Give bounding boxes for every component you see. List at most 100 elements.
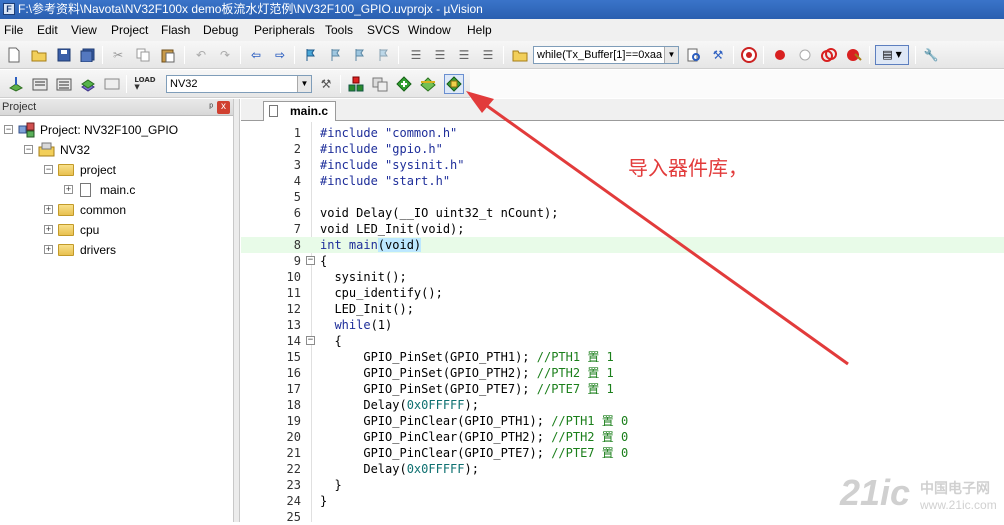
window-layout-button[interactable]: ▤ ▼: [875, 45, 909, 65]
download-load-icon[interactable]: LOAD ▼: [134, 76, 156, 92]
menu-svcs[interactable]: SVCS: [367, 23, 400, 37]
line-number: 18: [286, 398, 301, 412]
pack-installer-active-icon[interactable]: [444, 74, 464, 94]
disable-all-breakpoints-icon[interactable]: [821, 47, 837, 63]
code-comment: //PTH2 置 0: [551, 430, 629, 444]
close-panel-icon[interactable]: x: [217, 101, 230, 114]
redo-icon[interactable]: ↷: [217, 47, 233, 63]
find-in-files-icon[interactable]: [512, 47, 528, 63]
find-combo-dropdown-icon[interactable]: ▼: [664, 47, 678, 63]
main-toolbar: ✂ ↶ ↷ ⇦ ⇨ ☰ ☰ ☰ ☰ while(Tx_Buffer[1]==0x…: [0, 41, 1004, 69]
menu-window[interactable]: Window: [408, 23, 451, 37]
expand-icon[interactable]: +: [44, 245, 53, 254]
watermark-logo: 21ic: [840, 472, 911, 513]
menu-edit[interactable]: Edit: [37, 23, 58, 37]
copy-icon[interactable]: [135, 47, 151, 63]
line-number: 21: [286, 446, 301, 460]
folder-icon: [58, 244, 74, 256]
prev-bookmark-icon[interactable]: [326, 47, 342, 63]
expand-icon[interactable]: +: [44, 225, 53, 234]
unindent-icon[interactable]: ☰: [432, 47, 448, 63]
find-icon[interactable]: [686, 47, 702, 63]
translate-icon[interactable]: [8, 76, 24, 92]
bookmark-icon[interactable]: [302, 47, 318, 63]
kill-all-breakpoints-icon[interactable]: [846, 47, 862, 63]
menu-help[interactable]: Help: [467, 23, 492, 37]
debug-session-icon[interactable]: [741, 47, 757, 63]
target-combo-value: NV32: [170, 78, 198, 90]
menu-debug[interactable]: Debug: [203, 23, 238, 37]
next-bookmark-icon[interactable]: [350, 47, 366, 63]
collapse-icon[interactable]: −: [24, 145, 33, 154]
uncomment-icon[interactable]: ☰: [480, 47, 496, 63]
collapse-icon[interactable]: −: [44, 165, 53, 174]
line-number: 14: [286, 334, 301, 348]
code-comment: //PTE7 置 0: [551, 446, 629, 460]
target-combo[interactable]: NV32 ▼: [166, 75, 312, 93]
line-number: 13: [286, 318, 301, 332]
comment-icon[interactable]: ☰: [456, 47, 472, 63]
insert-breakpoint-icon[interactable]: [772, 47, 788, 63]
save-icon[interactable]: [56, 47, 72, 63]
build-icon[interactable]: [32, 76, 48, 92]
menu-peripherals[interactable]: Peripherals: [254, 23, 315, 37]
navigate-forward-icon[interactable]: ⇨: [272, 47, 288, 63]
paste-icon[interactable]: [160, 47, 176, 63]
target-options-icon[interactable]: ⚒: [318, 76, 334, 92]
code-line: 7 void LED_Init(void);: [241, 221, 1004, 237]
cut-icon[interactable]: ✂: [110, 47, 126, 63]
tree-item-label: main.c: [100, 183, 136, 197]
incremental-find-icon[interactable]: ⚒: [710, 47, 726, 63]
menu-tools[interactable]: Tools: [325, 23, 353, 37]
indent-icon[interactable]: ☰: [408, 47, 424, 63]
save-all-icon[interactable]: [80, 47, 96, 63]
open-folder-icon[interactable]: [31, 47, 47, 63]
rebuild-icon[interactable]: [56, 76, 72, 92]
panel-splitter[interactable]: [233, 99, 240, 522]
code-line: 12 LED_Init();: [241, 301, 1004, 317]
undo-icon[interactable]: ↶: [193, 47, 209, 63]
manage-project-items-icon[interactable]: [348, 76, 364, 92]
menu-project[interactable]: Project: [111, 23, 148, 37]
code-text: {: [320, 254, 328, 268]
collapse-icon[interactable]: −: [4, 125, 13, 134]
code-text: GPIO_PinSet(GPIO_PTH1);: [320, 350, 537, 364]
code-editor[interactable]: 1 #include "common.h" 2 #include "gpio.h" …: [241, 122, 1004, 524]
batch-build-icon[interactable]: [80, 76, 96, 92]
code-text: #include "gpio.h": [320, 142, 443, 156]
navigate-back-icon[interactable]: ⇦: [248, 47, 264, 63]
code-text: sysinit();: [320, 270, 407, 284]
code-text: }: [320, 478, 342, 492]
menu-view[interactable]: View: [71, 23, 97, 37]
line-number: 25: [286, 510, 301, 524]
code-line: 18 Delay(0x0FFFFF);: [241, 397, 1004, 413]
code-text: void Delay(__IO uint32_t nCount);: [320, 206, 559, 220]
select-packs-icon[interactable]: [372, 76, 388, 92]
find-combo[interactable]: while(Tx_Buffer[1]==0xaa ▼: [533, 46, 679, 64]
uvision-app-icon: F: [3, 3, 15, 15]
fold-collapse-icon[interactable]: −: [306, 336, 315, 345]
clear-bookmarks-icon[interactable]: [374, 47, 390, 63]
pack-installer-icon[interactable]: [420, 76, 436, 92]
code-text: #include "sysinit.h": [320, 158, 465, 172]
tab-main-c[interactable]: main.c: [263, 101, 336, 121]
menu-flash[interactable]: Flash: [161, 23, 190, 37]
new-file-icon[interactable]: [6, 47, 22, 63]
expand-icon[interactable]: +: [44, 205, 53, 214]
expand-icon[interactable]: +: [64, 185, 73, 194]
code-number: 0x0FFFFF: [406, 462, 465, 476]
line-number: 1: [293, 126, 301, 140]
pin-icon[interactable]: ᵖ: [209, 99, 213, 116]
menu-file[interactable]: File: [4, 23, 23, 37]
fold-collapse-icon[interactable]: −: [306, 256, 315, 265]
line-number: 5: [293, 190, 301, 204]
stop-build-icon[interactable]: [104, 76, 120, 92]
line-number: 8: [293, 238, 301, 252]
code-line: 20 GPIO_PinClear(GPIO_PTH2); //PTH2 置 0: [241, 429, 1004, 445]
tree-item-label: common: [80, 203, 127, 217]
target-combo-dropdown-icon[interactable]: ▼: [297, 76, 311, 92]
configure-wrench-icon[interactable]: 🔧: [923, 47, 939, 63]
window-titlebar: F F:\参考资料\Navota\NV32F100x demo板流水灯范例\NV…: [0, 0, 1004, 19]
manage-rte-icon[interactable]: [396, 76, 412, 92]
disable-breakpoint-icon[interactable]: [797, 47, 813, 63]
